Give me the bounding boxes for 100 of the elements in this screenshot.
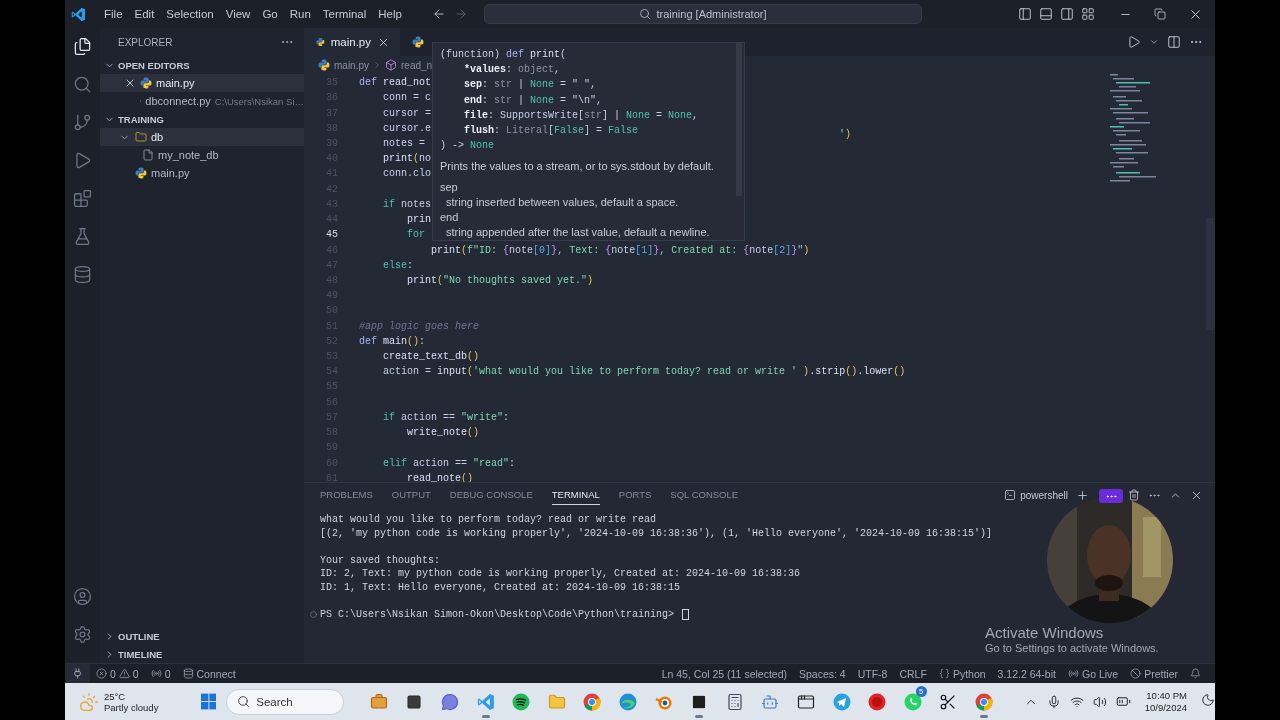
- breadcrumb-item[interactable]: main.py: [318, 59, 369, 71]
- status-item[interactable]: 3.12.2 64-bit: [991, 667, 1062, 680]
- browser-icon[interactable]: [583, 692, 602, 711]
- flask-icon[interactable]: [73, 227, 92, 246]
- go-live-status[interactable]: Go Live: [1061, 667, 1125, 680]
- search-field[interactable]: Search: [226, 688, 345, 715]
- section-header[interactable]: OUTLINE: [100, 627, 304, 645]
- play-icon[interactable]: [73, 151, 92, 170]
- panel-tab[interactable]: TERMINAL: [551, 485, 600, 505]
- trash-icon[interactable]: [1128, 489, 1140, 501]
- phone-bubble-icon[interactable]: [903, 692, 922, 711]
- formatter-status[interactable]: Prettier: [1124, 667, 1184, 680]
- sidebar-title: EXPLORER: [118, 36, 173, 48]
- settings-icon[interactable]: [73, 625, 92, 644]
- panel-tab[interactable]: PORTS: [618, 485, 652, 505]
- status-item[interactable]: CRLF: [893, 667, 933, 680]
- overlay-button[interactable]: [1099, 489, 1123, 503]
- chat-icon[interactable]: [441, 692, 459, 711]
- panel-bottom-icon[interactable]: [1039, 7, 1053, 21]
- status-item[interactable]: Spaces: 4: [793, 667, 852, 680]
- section-header[interactable]: OPEN EDITORS: [100, 56, 304, 74]
- blocks-icon[interactable]: [73, 189, 92, 208]
- branch-icon[interactable]: [73, 113, 92, 132]
- menu-item[interactable]: View: [219, 6, 257, 22]
- status-item[interactable]: Ln 45, Col 25 (11 selected): [655, 667, 793, 680]
- panel-tab[interactable]: OUTPUT: [391, 485, 431, 505]
- section-header[interactable]: TRAINING: [100, 110, 304, 128]
- language-status[interactable]: Python: [932, 667, 992, 680]
- terminal-line: ID: 2, Text: my python code is working properly, Created at: 2024-10-09 16:38:36: [320, 567, 801, 581]
- split-editor-icon[interactable]: [1167, 35, 1181, 49]
- battery-icon[interactable]: [1115, 694, 1131, 709]
- music-icon[interactable]: [512, 692, 531, 711]
- files-icon[interactable]: [73, 37, 92, 56]
- layout-icon[interactable]: [1081, 7, 1095, 21]
- menu-item[interactable]: Run: [283, 6, 317, 22]
- database-icon[interactable]: [73, 265, 92, 284]
- panel-tab[interactable]: DEBUG CONSOLE: [449, 485, 533, 505]
- plus-icon[interactable]: [1076, 488, 1089, 502]
- restore-icon[interactable]: [1154, 8, 1166, 20]
- signature-line: *values: object,: [463, 64, 561, 76]
- moon-icon[interactable]: [1201, 692, 1215, 707]
- signature-line: (function) def print(: [440, 49, 567, 60]
- microphone-icon[interactable]: [1046, 694, 1061, 709]
- wifi-icon[interactable]: [1069, 694, 1084, 709]
- menu-item[interactable]: Terminal: [316, 6, 373, 22]
- scrollbar-thumb[interactable]: [736, 43, 742, 196]
- section-header[interactable]: TIMELINE: [100, 645, 304, 663]
- open-editor-item[interactable]: dbconnect.py C:\Users\Nsikan Si…: [100, 92, 304, 110]
- tree-item[interactable]: db: [100, 128, 304, 146]
- code-line: elif action == "read":: [382, 456, 516, 470]
- editor-tab[interactable]: main.py: [304, 28, 400, 56]
- tree-item[interactable]: my_note_db: [100, 146, 304, 164]
- calculator-icon[interactable]: [725, 692, 744, 711]
- status-item[interactable]: UTF-8: [851, 667, 894, 680]
- menu-item[interactable]: Selection: [160, 6, 220, 22]
- signature-line: file: SupportsWrite[str] | None = None,: [463, 109, 699, 121]
- terminal-selector[interactable]: powershell: [1004, 489, 1068, 501]
- terminal-icon[interactable]: [690, 692, 709, 711]
- paper-plane-icon[interactable]: [832, 692, 851, 711]
- run-icon[interactable]: [1127, 35, 1141, 49]
- connect-status[interactable]: Connect: [176, 667, 242, 680]
- record-icon[interactable]: [868, 692, 887, 711]
- back-arrow-icon[interactable]: [431, 7, 446, 21]
- notification-bell-icon[interactable]: [1190, 668, 1201, 679]
- wave-icon[interactable]: [619, 692, 637, 711]
- start-icon[interactable]: [200, 693, 217, 710]
- menu-item[interactable]: Help: [372, 6, 408, 22]
- scrollbar-thumb[interactable]: [1206, 218, 1215, 330]
- ports-status[interactable]: 0: [144, 667, 177, 680]
- problems-status[interactable]: 0 0: [90, 667, 145, 680]
- panel-tab[interactable]: SQL CONSOLE: [670, 485, 739, 505]
- panel-right-icon[interactable]: [1060, 7, 1074, 21]
- terminal-line: Your saved thoughts:: [320, 553, 441, 568]
- volume-icon[interactable]: [1092, 694, 1107, 709]
- robot-icon[interactable]: [761, 692, 780, 711]
- menu-item[interactable]: Edit: [128, 6, 161, 22]
- code-fragment: '): [839, 128, 852, 142]
- panel-tab[interactable]: PROBLEMS: [320, 485, 373, 505]
- terminal-line: ID: 1, Text: Hello everyone, Created at: 2024-10-09 16:38:15: [320, 580, 681, 595]
- clock[interactable]: 10:40 PM 10/9/2024: [1144, 689, 1187, 714]
- panel-left-icon[interactable]: [1018, 7, 1032, 21]
- search-icon: [237, 695, 251, 708]
- chevron-down-icon[interactable]: [1149, 37, 1159, 47]
- menu-item[interactable]: Go: [256, 6, 284, 22]
- tree-item[interactable]: main.py: [100, 164, 304, 182]
- browser-icon[interactable]: [974, 692, 993, 711]
- open-editor-item[interactable]: main.py: [100, 74, 304, 92]
- briefcase-icon[interactable]: [369, 692, 388, 711]
- antenna-icon: [1067, 668, 1079, 679]
- search-icon[interactable]: [73, 75, 92, 94]
- window-icon[interactable]: [796, 692, 815, 711]
- code-line: cursor =: [382, 106, 431, 120]
- breadcrumb-item[interactable]: read_n: [385, 59, 433, 71]
- remote-button[interactable]: [65, 664, 90, 683]
- command-center[interactable]: training [Administrator]: [483, 4, 922, 24]
- menu-item[interactable]: File: [98, 6, 129, 22]
- signature-line: flush: Literal[False] = False: [463, 124, 639, 136]
- python-icon: [140, 77, 152, 89]
- square-icon[interactable]: [406, 693, 423, 710]
- account-icon[interactable]: [73, 587, 92, 606]
